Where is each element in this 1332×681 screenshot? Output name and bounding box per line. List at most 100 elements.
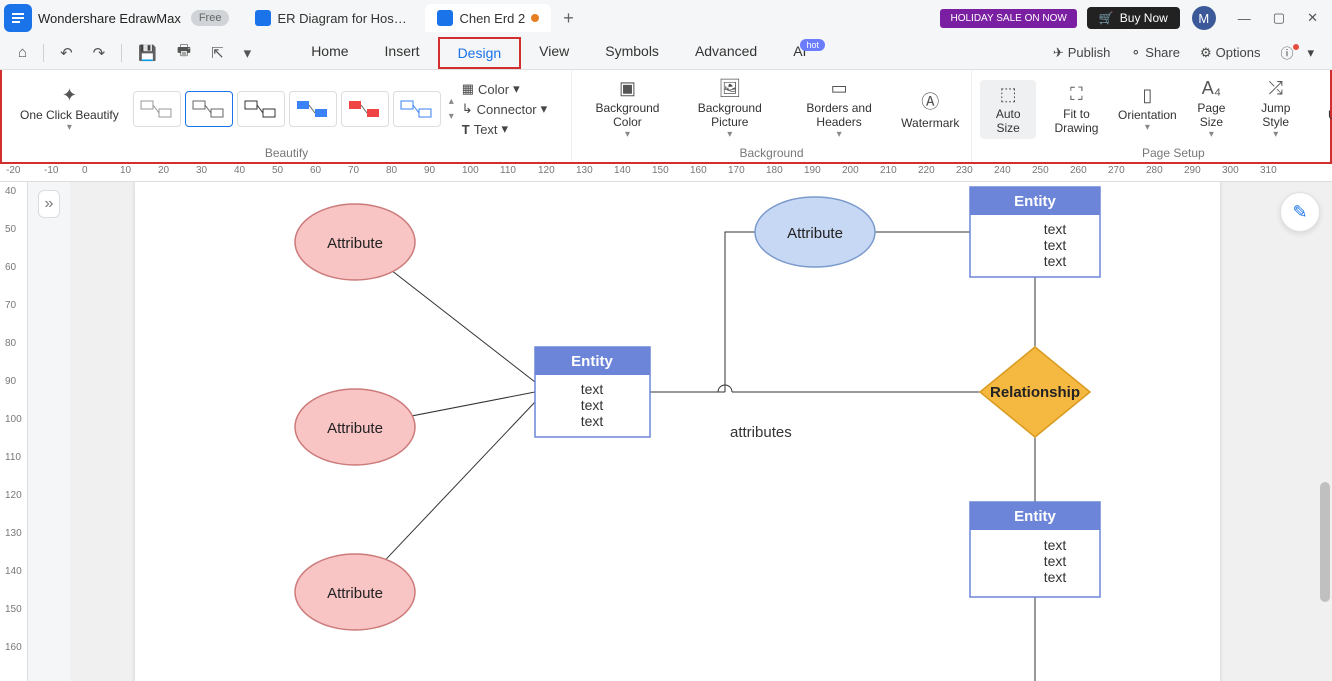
jump-style-button[interactable]: ⤮Jump Style▾ bbox=[1245, 74, 1307, 144]
vertical-scrollbar[interactable] bbox=[1320, 482, 1330, 602]
borders-headers-button[interactable]: ▭Borders and Headers▾ bbox=[785, 74, 894, 144]
gear-icon: ⚙ bbox=[1200, 45, 1212, 61]
fit-icon: ⛶ bbox=[1070, 84, 1083, 105]
style-preset-5[interactable] bbox=[341, 91, 389, 127]
canvas[interactable]: Attribute Attribute Attribute Attribute … bbox=[70, 182, 1332, 681]
svg-text:text: text bbox=[581, 413, 604, 429]
color-dropdown[interactable]: ▦Color▾ bbox=[462, 81, 547, 97]
free-badge: Free bbox=[191, 10, 230, 26]
app-name: Wondershare EdrawMax bbox=[38, 11, 181, 26]
options-button[interactable]: ⚙Options bbox=[1192, 41, 1268, 65]
style-scroll-down[interactable]: ▾ bbox=[449, 111, 454, 122]
print-button[interactable]: 🖶 bbox=[169, 36, 199, 69]
ruler-vertical: 405060708090100110120130140150160 bbox=[0, 182, 28, 681]
workspace: 405060708090100110120130140150160 » Attr… bbox=[0, 182, 1332, 681]
home-button[interactable]: ⌂ bbox=[10, 40, 35, 65]
svg-text:text: text bbox=[1044, 221, 1067, 237]
bg-color-icon: ▣ bbox=[619, 78, 636, 99]
sparkle-icon: ✦ bbox=[62, 85, 77, 106]
watermark-icon: Ⓐ bbox=[921, 88, 939, 114]
menu-symbols[interactable]: Symbols bbox=[587, 37, 677, 69]
buy-now-button[interactable]: 🛒 Buy Now bbox=[1087, 7, 1180, 29]
doc-icon bbox=[255, 10, 271, 26]
borders-icon: ▭ bbox=[831, 78, 848, 99]
background-color-button[interactable]: ▣Background Color▾ bbox=[580, 74, 675, 144]
autosize-icon: ⬚ bbox=[1000, 84, 1017, 105]
tab-label: ER Diagram for Hosp... bbox=[277, 11, 411, 26]
connector-dropdown[interactable]: ↳Connector▾ bbox=[462, 101, 547, 117]
page-size-button[interactable]: A₄Page Size▾ bbox=[1182, 74, 1241, 144]
user-avatar[interactable]: M bbox=[1192, 6, 1216, 30]
svg-text:text: text bbox=[1044, 569, 1067, 585]
entity-title: Entity bbox=[1014, 193, 1056, 210]
orientation-icon: ▯ bbox=[1142, 85, 1152, 106]
connector-icon: ↳ bbox=[462, 101, 473, 117]
watermark-button[interactable]: ⒶWatermark bbox=[898, 84, 963, 134]
menu-home[interactable]: Home bbox=[293, 37, 366, 69]
attribute-label: Attribute bbox=[327, 585, 383, 602]
unsaved-dot-icon bbox=[531, 14, 539, 22]
cart-icon: 🛒 bbox=[1099, 11, 1114, 25]
entity-title: Entity bbox=[1014, 508, 1056, 525]
bg-picture-icon: 🖼 bbox=[718, 78, 741, 99]
promo-banner[interactable]: HOLIDAY SALE ON NOW bbox=[940, 9, 1076, 28]
page[interactable]: Attribute Attribute Attribute Attribute … bbox=[135, 182, 1220, 681]
undo-button[interactable]: ↶ bbox=[52, 40, 81, 66]
style-scroll-up[interactable]: ▴ bbox=[449, 96, 454, 107]
svg-text:text: text bbox=[1044, 537, 1067, 553]
add-tab-button[interactable]: + bbox=[553, 4, 584, 33]
qat-more[interactable]: ▾ bbox=[236, 40, 260, 66]
document-tab-active[interactable]: Chen Erd 2 bbox=[425, 4, 551, 32]
svg-text:text: text bbox=[581, 381, 604, 397]
canvas-text-label[interactable]: attributes bbox=[730, 424, 792, 441]
one-click-beautify-button[interactable]: ✦ One Click Beautify▾ bbox=[10, 81, 129, 137]
main-menu: Home Insert Design View Symbols Advanced… bbox=[293, 37, 849, 69]
ai-assistant-button[interactable]: ✎ bbox=[1280, 192, 1320, 232]
group-label-background: Background bbox=[580, 144, 963, 160]
fit-to-drawing-button[interactable]: ⛶Fit to Drawing bbox=[1040, 80, 1112, 139]
group-label-beautify: Beautify bbox=[10, 144, 563, 160]
export-button[interactable]: ⇱ bbox=[203, 40, 232, 66]
background-picture-button[interactable]: 🖼Background Picture▾ bbox=[679, 74, 781, 144]
page-size-icon: A₄ bbox=[1202, 78, 1221, 99]
panel-expand-button[interactable]: » bbox=[38, 190, 61, 218]
menu-insert[interactable]: Insert bbox=[367, 37, 438, 69]
jump-icon: ⤮ bbox=[1269, 78, 1283, 99]
style-preset-2[interactable] bbox=[185, 91, 233, 127]
orientation-button[interactable]: ▯Orientation▾ bbox=[1117, 81, 1178, 137]
svg-text:text: text bbox=[581, 397, 604, 413]
tab-label: Chen Erd 2 bbox=[459, 11, 525, 26]
menu-ai[interactable]: AIhot bbox=[775, 37, 849, 69]
minimize-button[interactable]: — bbox=[1228, 5, 1261, 32]
style-preset-1[interactable] bbox=[133, 91, 181, 127]
redo-button[interactable]: ↷ bbox=[85, 40, 114, 66]
palette-icon: ▦ bbox=[462, 81, 474, 97]
svg-text:text: text bbox=[1044, 253, 1067, 269]
publish-button[interactable]: ✈Publish bbox=[1045, 41, 1119, 65]
relationship-label: Relationship bbox=[990, 384, 1080, 401]
quick-access-toolbar: ⌂ ↶ ↷ 💾 🖶 ⇱ ▾ Home Insert Design View Sy… bbox=[0, 36, 1332, 70]
group-label-pagesetup: Page Setup bbox=[980, 144, 1332, 160]
title-bar: Wondershare EdrawMax Free ER Diagram for… bbox=[0, 0, 1332, 36]
maximize-button[interactable]: ▢ bbox=[1263, 4, 1295, 32]
style-preset-6[interactable] bbox=[393, 91, 441, 127]
close-button[interactable]: ✕ bbox=[1297, 4, 1328, 32]
menu-advanced[interactable]: Advanced bbox=[677, 37, 775, 69]
save-button[interactable]: 💾 bbox=[130, 40, 165, 66]
ribbon: ✦ One Click Beautify▾ ▴ ▾ ▦Color▾ ↳Conne… bbox=[0, 70, 1332, 164]
style-preset-4[interactable] bbox=[289, 91, 337, 127]
share-button[interactable]: ⚬Share bbox=[1122, 41, 1188, 65]
diagram-svg: Attribute Attribute Attribute Attribute … bbox=[135, 182, 1220, 681]
menu-view[interactable]: View bbox=[521, 37, 587, 69]
app-logo bbox=[4, 4, 32, 32]
auto-size-button[interactable]: ⬚Auto Size bbox=[980, 80, 1036, 139]
style-preset-3[interactable] bbox=[237, 91, 285, 127]
menu-design[interactable]: Design bbox=[438, 37, 522, 69]
doc-icon bbox=[437, 10, 453, 26]
document-tab[interactable]: ER Diagram for Hosp... bbox=[243, 4, 423, 32]
svg-text:text: text bbox=[1044, 553, 1067, 569]
attribute-label: Attribute bbox=[327, 420, 383, 437]
unit-button[interactable]: △Unit▾ bbox=[1311, 81, 1332, 137]
help-button[interactable]: ⓘ▾ bbox=[1272, 39, 1322, 66]
text-dropdown[interactable]: TText▾ bbox=[462, 121, 547, 137]
